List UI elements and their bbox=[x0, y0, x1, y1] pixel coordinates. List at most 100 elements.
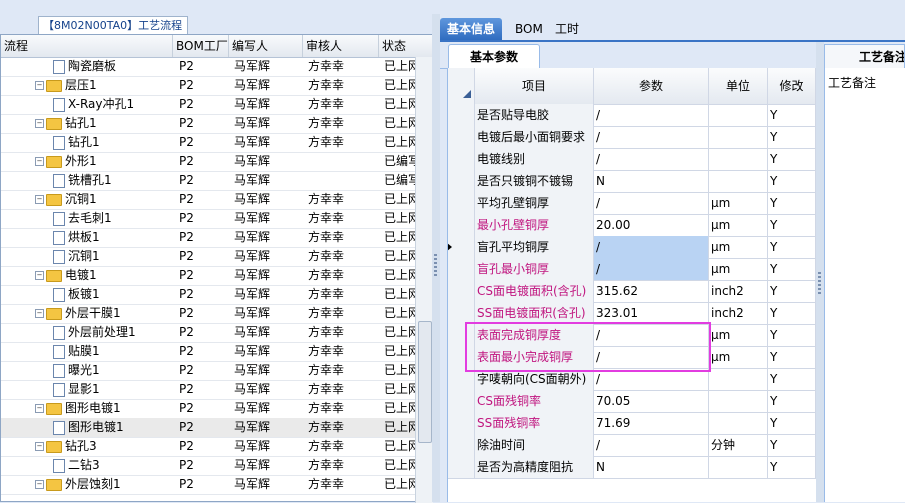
param-value-cell[interactable]: / bbox=[594, 104, 709, 126]
param-value-cell[interactable]: / bbox=[594, 258, 709, 280]
param-modify-cell[interactable]: Y bbox=[768, 390, 816, 412]
col-header-item[interactable]: 项目 bbox=[475, 68, 594, 104]
collapse-toggle-icon[interactable]: − bbox=[35, 157, 44, 166]
param-modify-cell[interactable]: Y bbox=[768, 192, 816, 214]
row-indicator[interactable] bbox=[448, 324, 475, 346]
tree-row[interactable]: X-Ray冲孔1 P2 马军辉 方幸幸 已上网 bbox=[1, 95, 415, 115]
tree-node[interactable]: − 图形电镀1 bbox=[35, 399, 173, 418]
param-unit-cell[interactable]: μm bbox=[709, 236, 768, 258]
param-row[interactable]: 字唛朝向(CS面朝外) / Y bbox=[448, 368, 816, 391]
row-indicator[interactable] bbox=[448, 236, 475, 258]
row-indicator[interactable] bbox=[448, 192, 475, 214]
param-row[interactable]: 最小孔壁铜厚 20.00 μm Y bbox=[448, 214, 816, 237]
row-indicator[interactable] bbox=[448, 412, 475, 434]
param-value-cell[interactable]: / bbox=[594, 346, 709, 368]
tree-node[interactable]: 贴膜1 bbox=[53, 342, 173, 361]
param-unit-cell[interactable] bbox=[709, 148, 768, 170]
param-modify-cell[interactable]: Y bbox=[768, 104, 816, 126]
param-unit-cell[interactable] bbox=[709, 390, 768, 412]
param-row[interactable]: 电镀后最小面铜要求 / Y bbox=[448, 126, 816, 149]
tree-node[interactable]: 沉铜1 bbox=[53, 247, 173, 266]
col-header-unit[interactable]: 单位 bbox=[709, 68, 768, 104]
param-row[interactable]: CS面残铜率 70.05 Y bbox=[448, 390, 816, 413]
tab-basic-info[interactable]: 基本信息 bbox=[440, 18, 503, 40]
param-modify-cell[interactable]: Y bbox=[768, 148, 816, 170]
row-indicator[interactable] bbox=[448, 126, 475, 148]
param-value-cell[interactable]: 70.05 bbox=[594, 390, 709, 412]
row-indicator[interactable] bbox=[448, 302, 475, 324]
collapse-toggle-icon[interactable]: − bbox=[35, 119, 44, 128]
tree-node[interactable]: − 钻孔3 bbox=[35, 437, 173, 456]
param-value-cell[interactable]: / bbox=[594, 434, 709, 456]
row-indicator[interactable] bbox=[448, 148, 475, 170]
param-unit-cell[interactable] bbox=[709, 104, 768, 126]
tree-row[interactable]: − 外层干膜1 P2 马军辉 方幸幸 已上网 bbox=[1, 304, 415, 324]
param-value-cell[interactable]: / bbox=[594, 236, 709, 258]
collapse-toggle-icon[interactable]: − bbox=[35, 271, 44, 280]
tree-node[interactable]: − 外形1 bbox=[35, 152, 173, 171]
param-row[interactable]: 盲孔最小铜厚 / μm Y bbox=[448, 258, 816, 281]
tree-node[interactable]: − 外层干膜1 bbox=[35, 304, 173, 323]
param-value-cell[interactable]: 315.62 bbox=[594, 280, 709, 302]
tree-row[interactable]: 贴膜1 P2 马军辉 方幸幸 已上网 bbox=[1, 342, 415, 362]
param-modify-cell[interactable]: Y bbox=[768, 214, 816, 236]
tree-row[interactable]: 烘板1 P2 马军辉 方幸幸 已上网 bbox=[1, 228, 415, 248]
tree-row[interactable]: 钻孔1 P2 马军辉 方幸幸 已上网 bbox=[1, 133, 415, 153]
row-indicator[interactable] bbox=[448, 104, 475, 126]
param-modify-cell[interactable]: Y bbox=[768, 126, 816, 148]
param-row[interactable]: 表面完成铜厚度 / μm Y bbox=[448, 324, 816, 347]
param-unit-cell[interactable] bbox=[709, 368, 768, 390]
tree-node[interactable]: 板镀1 bbox=[53, 285, 173, 304]
col-header-writer[interactable]: 编写人 bbox=[229, 35, 303, 57]
tab-process-notes[interactable]: 工艺备注 bbox=[824, 44, 905, 68]
param-value-cell[interactable]: 71.69 bbox=[594, 412, 709, 434]
col-header-modify[interactable]: 修改 bbox=[768, 68, 816, 104]
tree-scrollbar[interactable] bbox=[415, 57, 433, 503]
tree-node[interactable]: − 沉铜1 bbox=[35, 190, 173, 209]
panel-splitter[interactable] bbox=[432, 14, 440, 502]
tree-node[interactable]: X-Ray冲孔1 bbox=[53, 95, 173, 114]
param-row[interactable]: SS面残铜率 71.69 Y bbox=[448, 412, 816, 435]
param-row[interactable]: 是否只镀铜不镀锡 N Y bbox=[448, 170, 816, 193]
collapse-toggle-icon[interactable]: − bbox=[35, 309, 44, 318]
tree-node[interactable]: 陶瓷磨板 bbox=[53, 57, 173, 76]
tab-basic-params[interactable]: 基本参数 bbox=[448, 44, 540, 69]
param-row[interactable]: 表面最小完成铜厚 / μm Y bbox=[448, 346, 816, 369]
row-indicator[interactable] bbox=[448, 390, 475, 412]
row-indicator[interactable] bbox=[448, 170, 475, 192]
param-value-cell[interactable]: 323.01 bbox=[594, 302, 709, 324]
tree-row[interactable]: − 沉铜1 P2 马军辉 方幸幸 已上网 bbox=[1, 190, 415, 210]
param-modify-cell[interactable]: Y bbox=[768, 456, 816, 478]
tree-scrollbar-thumb[interactable] bbox=[418, 321, 432, 443]
param-row[interactable]: 除油时间 / 分钟 Y bbox=[448, 434, 816, 457]
tree-node[interactable]: − 钻孔1 bbox=[35, 114, 173, 133]
param-modify-cell[interactable]: Y bbox=[768, 324, 816, 346]
tab-bom[interactable]: BOM bbox=[508, 18, 550, 40]
row-indicator[interactable] bbox=[448, 368, 475, 390]
tree-row[interactable]: − 电镀1 P2 马军辉 方幸幸 已上网 bbox=[1, 266, 415, 286]
param-modify-cell[interactable]: Y bbox=[768, 434, 816, 456]
collapse-toggle-icon[interactable]: − bbox=[35, 442, 44, 451]
tree-node[interactable]: 铣槽孔1 bbox=[53, 171, 173, 190]
param-row[interactable]: 是否贴导电胶 / Y bbox=[448, 104, 816, 127]
param-value-cell[interactable]: / bbox=[594, 324, 709, 346]
param-unit-cell[interactable] bbox=[709, 126, 768, 148]
param-value-cell[interactable]: / bbox=[594, 148, 709, 170]
tree-row[interactable]: − 外形1 P2 马军辉 已编写 bbox=[1, 152, 415, 172]
tree-row[interactable]: 图形电镀1 P2 马军辉 方幸幸 已上网 bbox=[1, 418, 415, 438]
row-indicator[interactable] bbox=[448, 214, 475, 236]
param-row[interactable]: 盲孔平均铜厚 / μm Y bbox=[448, 236, 816, 259]
param-row[interactable]: 是否为高精度阻抗 N Y bbox=[448, 456, 816, 479]
collapse-toggle-icon[interactable]: − bbox=[35, 404, 44, 413]
tree-row[interactable]: − 钻孔1 P2 马军辉 方幸幸 已上网 bbox=[1, 114, 415, 134]
tree-row[interactable]: 去毛刺1 P2 马军辉 方幸幸 已上网 bbox=[1, 209, 415, 229]
tree-node[interactable]: − 电镀1 bbox=[35, 266, 173, 285]
tree-row[interactable]: 铣槽孔1 P2 马军辉 已编写 bbox=[1, 171, 415, 191]
param-value-cell[interactable]: 20.00 bbox=[594, 214, 709, 236]
tree-node[interactable]: 图形电镀1 bbox=[53, 418, 173, 437]
param-row[interactable]: SS面电镀面积(含孔) 323.01 inch2 Y bbox=[448, 302, 816, 325]
param-modify-cell[interactable]: Y bbox=[768, 258, 816, 280]
row-indicator[interactable] bbox=[448, 280, 475, 302]
tree-row[interactable]: 板镀1 P2 马军辉 方幸幸 已上网 bbox=[1, 285, 415, 305]
param-unit-cell[interactable]: inch2 bbox=[709, 280, 768, 302]
